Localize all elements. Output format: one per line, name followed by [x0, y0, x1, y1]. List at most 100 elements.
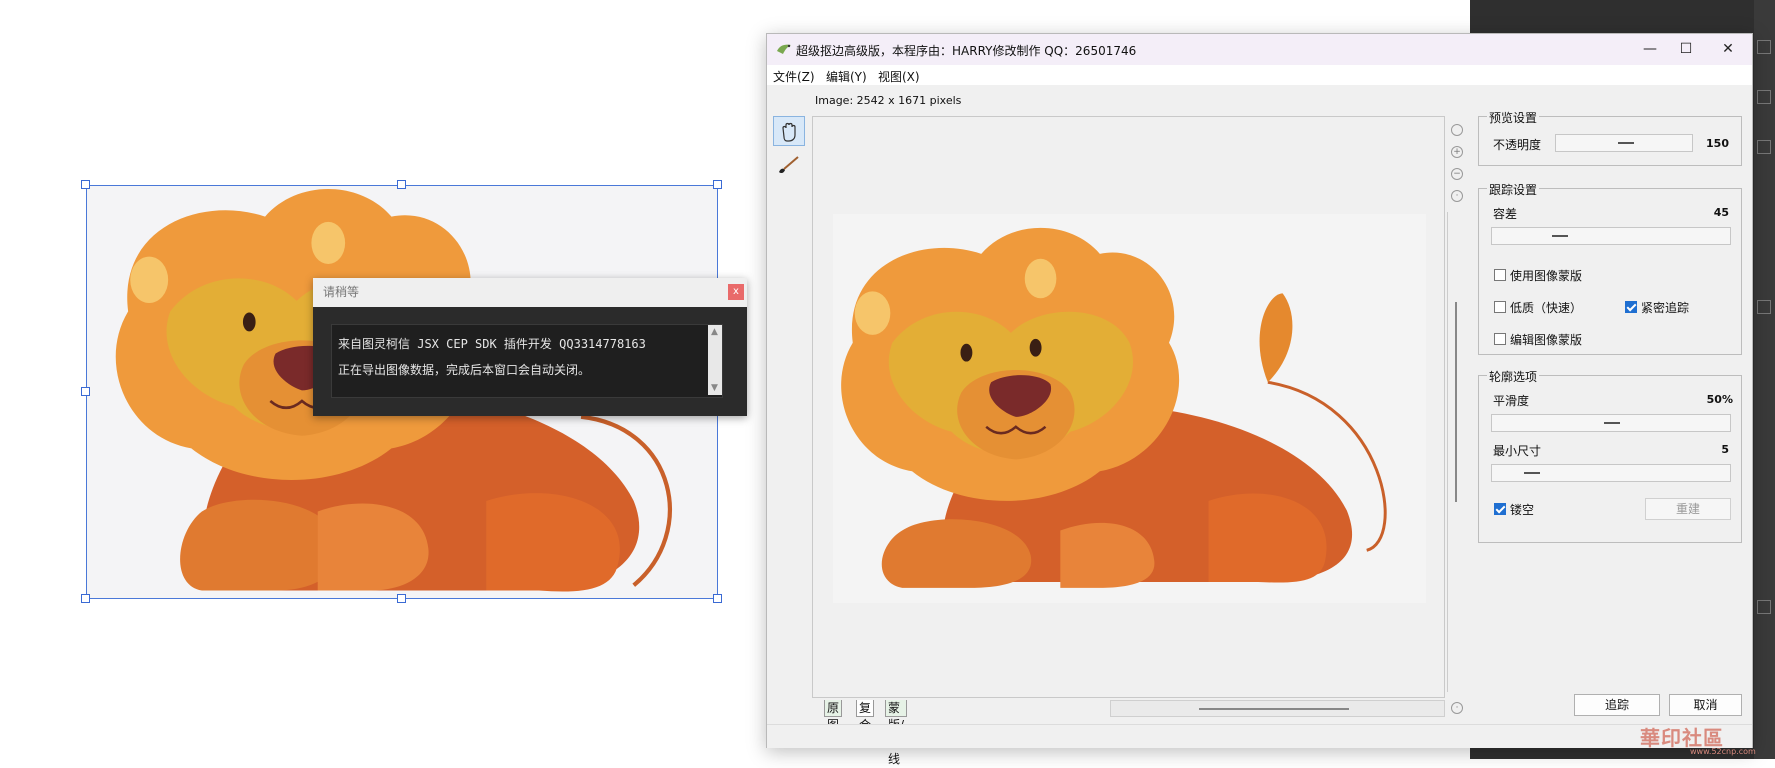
slider-knob[interactable]: [1604, 422, 1620, 424]
low-quality-checkbox[interactable]: [1494, 301, 1506, 313]
tight-trace-label[interactable]: 紧密追踪: [1641, 299, 1689, 316]
opacity-value: 150: [1706, 137, 1729, 150]
zoom-in-icon[interactable]: +: [1451, 146, 1463, 158]
selection-handle-left[interactable]: [81, 387, 90, 396]
host-tool-icon[interactable]: [1757, 40, 1771, 54]
menu-file[interactable]: 文件(Z): [773, 68, 815, 85]
edit-image-mask-label[interactable]: 编辑图像蒙版: [1510, 331, 1582, 348]
wait-dialog-line-2: 正在导出图像数据，完成后本窗口会自动关闭。: [338, 363, 591, 377]
wait-dialog-close-button[interactable]: x: [728, 284, 744, 300]
scroll-thumb[interactable]: [1455, 302, 1457, 502]
rebuild-button[interactable]: 重建: [1645, 498, 1731, 520]
hand-icon: [782, 122, 796, 142]
wait-dialog-title: 请稍等: [323, 285, 360, 299]
smoothness-label: 平滑度: [1493, 394, 1530, 408]
close-button[interactable]: ✕: [1713, 38, 1743, 60]
scroll-up-icon[interactable]: ▲: [711, 327, 718, 337]
menu-view[interactable]: 视图(X): [878, 68, 920, 85]
wait-dialog: 请稍等 x 来自图灵柯信 JSX CEP SDK 插件开发 QQ33147781…: [313, 278, 747, 416]
host-side-panel: [1754, 0, 1775, 759]
low-quality-label[interactable]: 低质（快速）: [1510, 299, 1582, 316]
selection-handle-bottom[interactable]: [397, 594, 406, 603]
scroll-down-icon[interactable]: ▼: [711, 383, 718, 393]
tolerance-label: 容差: [1493, 207, 1518, 221]
host-tool-icon[interactable]: [1757, 140, 1771, 154]
zoom-out-icon[interactable]: −: [1451, 168, 1463, 180]
lion-right-ear: [1024, 258, 1057, 299]
opacity-slider[interactable]: [1555, 134, 1693, 152]
preview-settings-title: 预览设置: [1487, 109, 1540, 126]
min-size-label: 最小尺寸: [1493, 444, 1542, 458]
smoothness-value: 50%: [1706, 393, 1733, 406]
tolerance-slider[interactable]: [1491, 227, 1731, 245]
preview-pane[interactable]: [812, 116, 1445, 698]
selection-handle-top[interactable]: [397, 180, 406, 189]
zoom-fit-icon[interactable]: ·: [1451, 190, 1463, 202]
trace-settings-title: 跟踪设置: [1487, 181, 1540, 198]
wait-dialog-titlebar[interactable]: 请稍等 x: [313, 278, 747, 307]
host-tool-icon[interactable]: [1757, 600, 1771, 614]
lion-left-eye: [960, 343, 973, 362]
use-image-mask-checkbox[interactable]: [1494, 269, 1506, 281]
host-tool-icon[interactable]: [1757, 300, 1771, 314]
selection-handle-bottom-right[interactable]: [713, 594, 722, 603]
trace-button[interactable]: 追踪: [1574, 694, 1660, 716]
cancel-button[interactable]: 取消: [1669, 694, 1742, 716]
bird-app-icon: [777, 44, 791, 54]
preview-vertical-scrollbar[interactable]: [1447, 212, 1464, 692]
lion-right-ear: [311, 221, 346, 265]
preview-lion-image: [833, 214, 1426, 603]
scroll-thumb[interactable]: [1199, 708, 1349, 710]
smoothness-slider[interactable]: [1491, 414, 1731, 432]
selection-handle-top-left[interactable]: [81, 180, 90, 189]
zoom-search-icon[interactable]: [1451, 124, 1463, 136]
preview-settings-group: 预览设置 不透明度 150: [1478, 109, 1742, 166]
brush-tool-button[interactable]: [773, 150, 805, 180]
lion-left-ear: [854, 291, 891, 335]
minimize-button[interactable]: —: [1635, 38, 1665, 60]
image-size-info: Image: 2542 x 1671 pixels: [815, 94, 962, 107]
brush-icon: [779, 156, 799, 174]
lion-illustration: [841, 227, 1387, 588]
hand-tool-button[interactable]: [773, 116, 805, 146]
tight-trace-checkbox[interactable]: [1625, 301, 1637, 313]
tab-original[interactable]: 原图: [824, 700, 843, 732]
selection-handle-top-right[interactable]: [713, 180, 722, 189]
lion-right-eye: [1029, 338, 1042, 357]
slider-knob[interactable]: [1524, 472, 1540, 474]
wait-dialog-message-box: 来自图灵柯信 JSX CEP SDK 插件开发 QQ3314778163 正在导…: [331, 324, 723, 398]
slider-knob[interactable]: [1552, 235, 1568, 237]
menu-edit[interactable]: 编辑(Y): [826, 68, 867, 85]
contour-options-group: 轮廓选项 平滑度 50% 最小尺寸 5 镂空 重建: [1478, 368, 1742, 543]
min-size-value: 5: [1721, 443, 1729, 456]
hollow-checkbox[interactable]: [1494, 503, 1506, 515]
app-window: 超级抠边高级版，本程序由：HARRY修改制作 QQ：26501746 — ☐ ✕…: [766, 33, 1753, 766]
min-size-slider[interactable]: [1491, 464, 1731, 482]
wait-dialog-scrollbar[interactable]: ▲ ▼: [708, 325, 722, 395]
status-bar: [767, 724, 1752, 748]
tab-composite[interactable]: 复合: [856, 700, 875, 732]
maximize-button[interactable]: ☐: [1671, 38, 1701, 60]
opacity-label: 不透明度: [1493, 138, 1542, 152]
selection-handle-bottom-left[interactable]: [81, 594, 90, 603]
preview-horizontal-scrollbar[interactable]: [1110, 700, 1445, 717]
menubar: 文件(Z) 编辑(Y) 视图(X): [767, 65, 1752, 85]
slider-knob[interactable]: [1618, 142, 1634, 144]
window-title: 超级抠边高级版，本程序由：HARRY修改制作 QQ：26501746: [796, 44, 1137, 58]
tolerance-value: 45: [1713, 206, 1729, 219]
hollow-label[interactable]: 镂空: [1510, 501, 1534, 518]
watermark-url: www.52cnp.com: [1690, 747, 1756, 756]
use-image-mask-label[interactable]: 使用图像蒙版: [1510, 267, 1582, 284]
contour-options-title: 轮廓选项: [1487, 368, 1540, 385]
host-tool-icon[interactable]: [1757, 90, 1771, 104]
document-canvas[interactable]: 请稍等 x 来自图灵柯信 JSX CEP SDK 插件开发 QQ33147781…: [0, 0, 760, 759]
edit-image-mask-checkbox[interactable]: [1494, 333, 1506, 345]
zoom-tools: + − ·: [1447, 116, 1467, 216]
lion-left-eye: [242, 312, 256, 332]
tab-mask-curve[interactable]: 蒙版/曲线: [885, 700, 908, 766]
trace-settings-group: 跟踪设置 容差 45 使用图像蒙版 低质（快速） 紧密追踪 编辑图像蒙版: [1478, 181, 1742, 355]
navigator-icon[interactable]: ·: [1451, 702, 1463, 714]
titlebar[interactable]: 超级抠边高级版，本程序由：HARRY修改制作 QQ：26501746 — ☐ ✕: [767, 34, 1752, 65]
lion-left-ear: [130, 256, 169, 303]
tool-palette: [772, 116, 806, 196]
